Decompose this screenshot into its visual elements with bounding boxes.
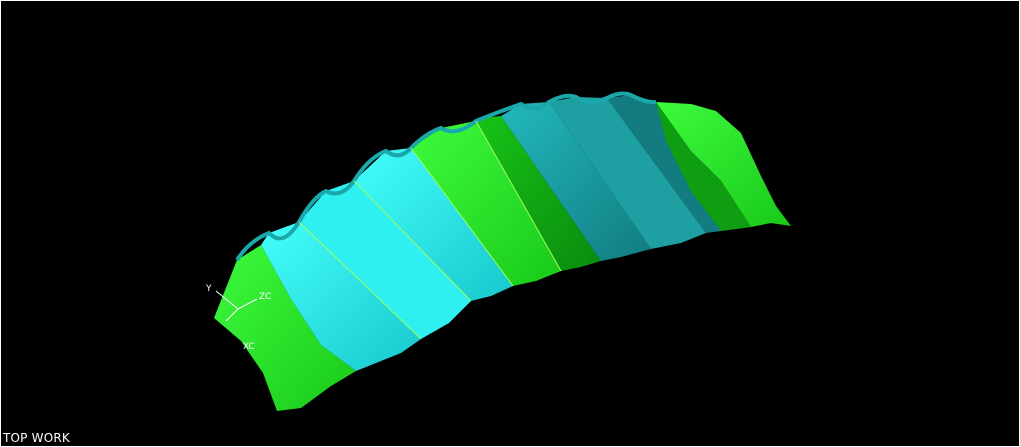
zc-axis-label: ZC	[259, 292, 271, 302]
graphics-viewport[interactable]: Y ZC XC TOP WORK	[0, 0, 1020, 447]
view-name-label: TOP WORK	[3, 431, 70, 445]
xc-axis-label: XC	[243, 342, 255, 352]
y-axis-label: Y	[205, 284, 212, 294]
model-canvas[interactable]: Y ZC XC	[1, 1, 1019, 446]
wing-model[interactable]	[214, 91, 791, 411]
